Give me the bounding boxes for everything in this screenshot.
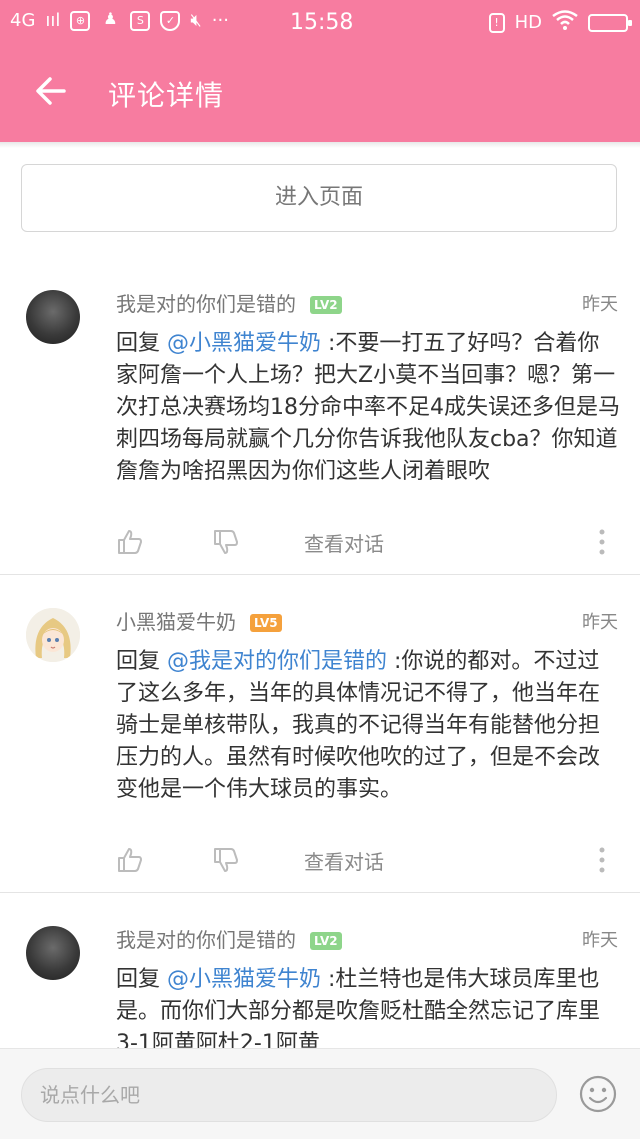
level-badge: LV5 — [250, 614, 282, 632]
thumbs-down-icon[interactable] — [212, 846, 240, 874]
sim-icon: ! — [488, 12, 505, 33]
comment-text: 回复 @小黑猫爱牛奶 :不要一打五了好吗？合着你家阿詹一个人上场？把大Z小莫不当… — [116, 328, 620, 488]
comment-time: 昨天 — [582, 930, 618, 951]
divider — [0, 574, 640, 575]
comment-actions: 查看对话 — [116, 526, 620, 562]
signal-icon: ııl — [45, 10, 61, 31]
comment-author[interactable]: 小黑猫爱牛奶 LV5 — [116, 606, 282, 635]
thumbs-down-icon[interactable] — [212, 528, 240, 556]
battery-icon — [588, 13, 632, 32]
comment-time: 昨天 — [582, 612, 618, 633]
wifi-icon — [552, 10, 578, 35]
enter-page-button[interactable]: 进入页面 — [21, 164, 617, 232]
level-badge: LV2 — [310, 296, 342, 314]
more-notifications-icon: ··· — [211, 10, 229, 31]
arrow-left-icon[interactable] — [34, 74, 68, 108]
view-conversation-button[interactable]: 查看对话 — [304, 846, 384, 875]
comment-input-bar: 说点什么吧 — [0, 1048, 640, 1139]
comment-author[interactable]: 我是对的你们是错的 LV2 — [116, 924, 342, 953]
level-badge: LV2 — [310, 932, 342, 950]
mute-icon: 🔇︎ — [190, 10, 202, 31]
author-name[interactable]: 我是对的你们是错的 — [116, 928, 296, 952]
header-shadow — [0, 142, 640, 148]
comment-item: 我是对的你们是错的 LV2 昨天 回复 @小黑猫爱牛奶 :杜兰特也是伟大球员库里也… — [0, 906, 640, 1048]
comment-time: 昨天 — [582, 294, 618, 315]
thumbs-up-icon[interactable] — [116, 846, 144, 874]
smiley-icon[interactable] — [579, 1075, 617, 1113]
more-vertical-icon[interactable] — [598, 528, 606, 556]
mention-link[interactable]: @我是对的你们是错的 — [167, 649, 387, 674]
comment-actions: 查看对话 — [116, 844, 620, 880]
app-s-icon: S — [130, 10, 151, 31]
author-name[interactable]: 我是对的你们是错的 — [116, 292, 296, 316]
more-vertical-icon[interactable] — [598, 846, 606, 874]
qq-icon: ♟ — [103, 8, 118, 28]
mention-link[interactable]: @小黑猫爱牛奶 — [167, 967, 321, 992]
avatar[interactable] — [26, 290, 80, 344]
mention-link[interactable]: @小黑猫爱牛奶 — [167, 331, 321, 356]
clock: 15:58 — [290, 10, 354, 35]
hd-indicator: HD — [514, 12, 542, 33]
status-bar: 4G ııl ⊕ ♟ S ✓ 🔇︎ ··· 15:58 ! HD — [0, 0, 640, 44]
shield-icon: ✓ — [160, 10, 181, 31]
author-name[interactable]: 小黑猫爱牛奶 — [116, 610, 236, 634]
anime-girl-avatar-icon — [26, 608, 80, 662]
avatar[interactable] — [26, 926, 80, 980]
browser-icon: ⊕ — [70, 10, 91, 31]
comment-text: 回复 @我是对的你们是错的 :你说的都对。不过过了这么多年，当年的具体情况记不得… — [116, 646, 620, 806]
reply-prefix: 回复 — [116, 649, 167, 674]
thumbs-up-icon[interactable] — [116, 528, 144, 556]
reply-prefix: 回复 — [116, 967, 167, 992]
comment-text: 回复 @小黑猫爱牛奶 :杜兰特也是伟大球员库里也是。而你们大部分都是吹詹贬杜酷全… — [116, 964, 620, 1048]
avatar[interactable] — [26, 608, 80, 662]
view-conversation-button[interactable]: 查看对话 — [304, 528, 384, 557]
comment-input[interactable]: 说点什么吧 — [21, 1068, 557, 1122]
divider — [0, 892, 640, 893]
page-title: 评论详情 — [108, 79, 225, 112]
app-header: 评论详情 — [0, 44, 640, 142]
reply-prefix: 回复 — [116, 331, 167, 356]
network-indicator: 4G — [10, 10, 36, 31]
comment-author[interactable]: 我是对的你们是错的 LV2 — [116, 288, 342, 317]
